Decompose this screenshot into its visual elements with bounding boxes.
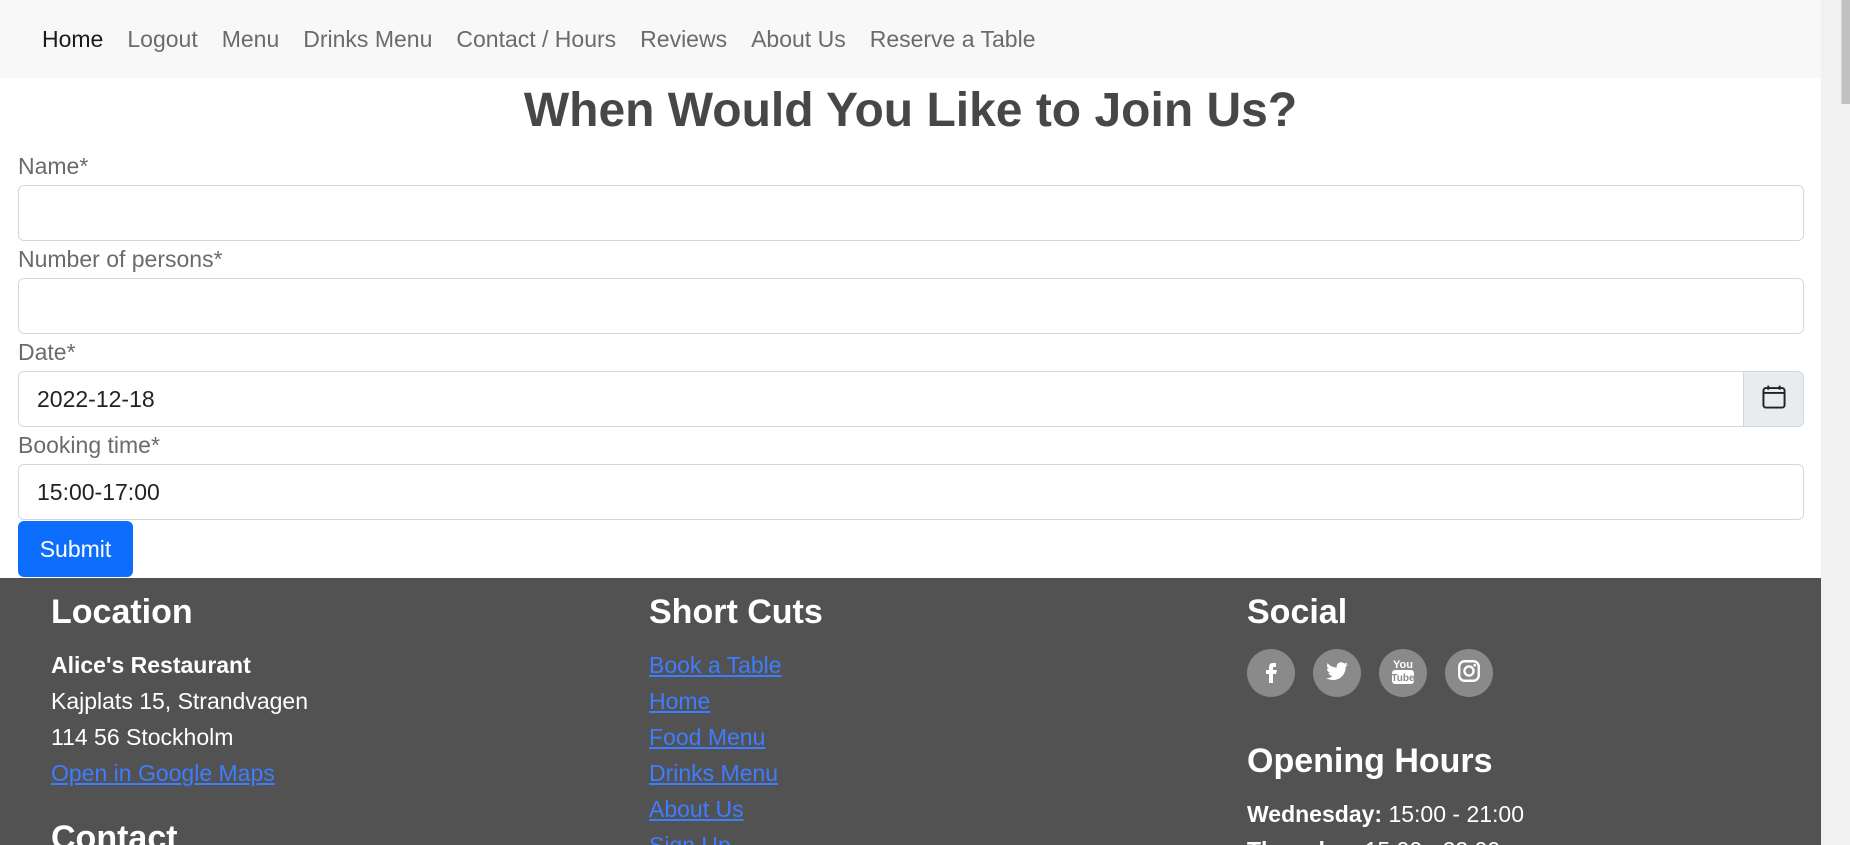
scrollbar-thumb[interactable]	[1841, 0, 1850, 104]
calendar-button[interactable]	[1743, 371, 1804, 427]
hours-day: Thursday:	[1247, 837, 1358, 845]
facebook-icon	[1259, 659, 1283, 688]
svg-text:Tube: Tube	[1391, 673, 1415, 684]
restaurant-name: Alice's Restaurant	[51, 652, 251, 678]
contact-heading: Contact	[51, 819, 178, 845]
site-footer: Location Alice's Restaurant Kajplats 15,…	[0, 578, 1850, 845]
shortcut-food-menu[interactable]: Food Menu	[649, 723, 765, 751]
persons-field[interactable]	[18, 278, 1804, 334]
nav-item-reserve-table[interactable]: Reserve a Table	[858, 26, 1048, 53]
nav-item-about-us[interactable]: About Us	[739, 26, 858, 53]
address-city: 114 56 Stockholm	[51, 724, 234, 750]
date-field[interactable]: 2022-12-18	[18, 371, 1743, 427]
calendar-icon	[1761, 384, 1787, 415]
instagram-icon	[1456, 658, 1482, 689]
hours-row-thursday: Thursday: 15:00 - 22:00	[1247, 836, 1500, 845]
reservation-form: When Would You Like to Join Us? Name* Nu…	[0, 78, 1821, 578]
hours-time: 15:00 - 22:00	[1365, 837, 1501, 845]
instagram-button[interactable]	[1445, 649, 1493, 697]
persons-label: Number of persons*	[18, 246, 223, 272]
twitter-icon	[1324, 658, 1350, 689]
hours-day: Wednesday:	[1247, 801, 1383, 827]
hours-row-wednesday: Wednesday: 15:00 - 21:00	[1247, 800, 1524, 828]
name-field[interactable]	[18, 185, 1804, 241]
submit-button[interactable]: Submit	[18, 521, 133, 577]
booking-time-label: Booking time*	[18, 432, 160, 458]
shortcut-home[interactable]: Home	[649, 687, 710, 715]
shortcut-drinks-menu[interactable]: Drinks Menu	[649, 759, 778, 787]
date-label: Date*	[18, 339, 76, 365]
youtube-button[interactable]: You Tube	[1379, 649, 1427, 697]
hours-time: 15:00 - 21:00	[1388, 801, 1525, 827]
location-heading: Location	[51, 593, 193, 631]
page: Home Logout Menu Drinks Menu Contact / H…	[0, 0, 1850, 845]
social-links: You Tube	[1247, 649, 1493, 697]
social-heading: Social	[1247, 593, 1348, 631]
name-label: Name*	[18, 153, 89, 179]
shortcut-book-table[interactable]: Book a Table	[649, 651, 782, 679]
nav-item-contact-hours[interactable]: Contact / Hours	[444, 26, 628, 53]
page-scrollbar[interactable]	[1821, 0, 1850, 845]
nav-item-reviews[interactable]: Reviews	[628, 26, 739, 53]
nav-item-drinks-menu[interactable]: Drinks Menu	[291, 26, 444, 53]
svg-text:You: You	[1393, 659, 1413, 671]
shortcuts-heading: Short Cuts	[649, 593, 823, 631]
date-picker: 2022-12-18	[18, 371, 1804, 427]
nav-item-home[interactable]: Home	[30, 26, 115, 53]
opening-hours-heading: Opening Hours	[1247, 742, 1493, 780]
shortcut-about-us[interactable]: About Us	[649, 795, 744, 823]
youtube-icon: You Tube	[1390, 656, 1416, 691]
nav-item-menu[interactable]: Menu	[210, 26, 292, 53]
booking-time-select[interactable]: 15:00-17:00	[18, 464, 1804, 520]
address-street: Kajplats 15, Strandvagen	[51, 688, 309, 714]
facebook-button[interactable]	[1247, 649, 1295, 697]
google-maps-link[interactable]: Open in Google Maps	[51, 759, 275, 787]
page-title: When Would You Like to Join Us?	[523, 84, 1298, 137]
top-navbar: Home Logout Menu Drinks Menu Contact / H…	[0, 0, 1821, 78]
twitter-button[interactable]	[1313, 649, 1361, 697]
nav-item-logout[interactable]: Logout	[115, 26, 209, 53]
shortcut-sign-up[interactable]: Sign Up	[649, 831, 731, 845]
